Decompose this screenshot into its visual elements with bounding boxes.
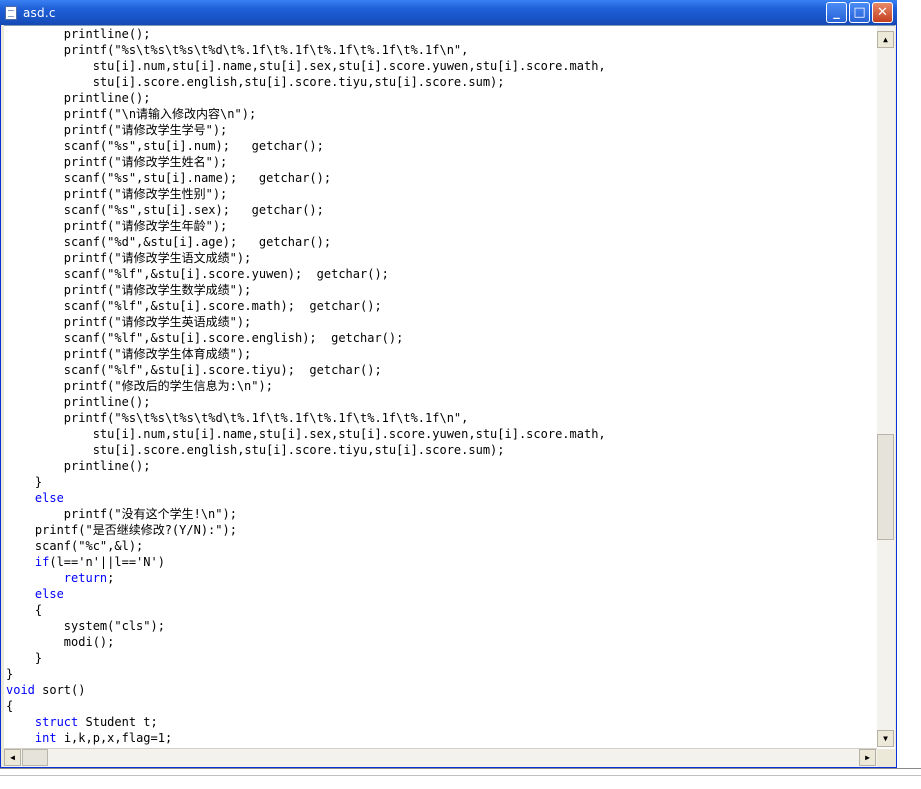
- vertical-scroll-thumb[interactable]: [877, 434, 894, 540]
- arrow-up-icon: ▲: [883, 35, 888, 44]
- code-line[interactable]: printf("请修改学生语文成绩");: [6, 250, 874, 266]
- code-line[interactable]: }: [6, 666, 874, 682]
- window-controls: _ □ ✕: [826, 2, 893, 23]
- keyword-token: if: [34, 555, 50, 569]
- code-line[interactable]: int i,k,p,x,flag=1;: [6, 730, 874, 746]
- keyword-token: else: [34, 491, 64, 505]
- code-line[interactable]: printf("请修改学生英语成绩");: [6, 314, 874, 330]
- code-line[interactable]: scanf("%lf",&stu[i].score.english); getc…: [6, 330, 874, 346]
- code-line[interactable]: printline();: [6, 458, 874, 474]
- background-strip: [0, 768, 921, 789]
- scrollbar-corner: [877, 749, 895, 767]
- close-icon: ✕: [877, 5, 888, 20]
- code-line[interactable]: }: [6, 474, 874, 490]
- code-line[interactable]: {: [6, 698, 874, 714]
- code-line[interactable]: printf("没有这个学生!\n");: [6, 506, 874, 522]
- scroll-right-button[interactable]: ▶: [859, 749, 876, 766]
- scroll-left-button[interactable]: ◀: [4, 749, 21, 766]
- code-line[interactable]: printline();: [6, 26, 874, 42]
- maximize-button[interactable]: □: [849, 2, 870, 23]
- minimize-button[interactable]: _: [826, 2, 847, 23]
- keyword-token: else: [34, 587, 64, 601]
- code-line[interactable]: printline();: [6, 90, 874, 106]
- document-icon: [5, 5, 17, 20]
- code-line[interactable]: stu[i].score.english,stu[i].score.tiyu,s…: [6, 442, 874, 458]
- vertical-scrollbar[interactable]: ▲ ▼: [877, 26, 895, 747]
- keyword-token: struct: [34, 715, 79, 729]
- code-area[interactable]: printline(); printf("%s\t%s\t%s\t%d\t%.1…: [4, 26, 874, 747]
- code-line[interactable]: printf("修改后的学生信息为:\n");: [6, 378, 874, 394]
- code-line[interactable]: stu[i].num,stu[i].name,stu[i].sex,stu[i]…: [6, 426, 874, 442]
- window-title: asd.c: [23, 5, 56, 20]
- code-line[interactable]: struct Student t;: [6, 714, 874, 730]
- keyword-token: return: [63, 571, 108, 585]
- code-line[interactable]: stu[i].num,stu[i].name,stu[i].sex,stu[i]…: [6, 58, 874, 74]
- code-line[interactable]: printf("请修改学生性别");: [6, 186, 874, 202]
- arrow-right-icon: ▶: [865, 753, 870, 762]
- code-line[interactable]: if(l=='n'||l=='N'): [6, 554, 874, 570]
- code-line[interactable]: modi();: [6, 634, 874, 650]
- close-button[interactable]: ✕: [872, 2, 893, 23]
- code-line[interactable]: printf("请修改学生体育成绩");: [6, 346, 874, 362]
- code-line[interactable]: scanf("%s",stu[i].num); getchar();: [6, 138, 874, 154]
- editor-window: asd.c _ □ ✕ printline(); printf("%s\t%s\…: [0, 0, 897, 768]
- code-line[interactable]: scanf("%c",&l);: [6, 538, 874, 554]
- code-editor[interactable]: printline(); printf("%s\t%s\t%s\t%d\t%.1…: [4, 25, 895, 767]
- scroll-up-button[interactable]: ▲: [877, 31, 894, 48]
- code-line[interactable]: printf("请修改学生姓名");: [6, 154, 874, 170]
- code-line[interactable]: scanf("%s",stu[i].name); getchar();: [6, 170, 874, 186]
- keyword-token: int: [34, 731, 57, 745]
- code-line[interactable]: printline();: [6, 394, 874, 410]
- minimize-icon: _: [833, 5, 840, 20]
- code-line[interactable]: }: [6, 650, 874, 666]
- code-line[interactable]: system("cls");: [6, 618, 874, 634]
- title-bar[interactable]: asd.c _ □ ✕: [0, 0, 897, 25]
- maximize-icon: □: [853, 5, 866, 20]
- code-line[interactable]: void sort(): [6, 682, 874, 698]
- horizontal-scroll-thumb[interactable]: [22, 749, 48, 766]
- code-line[interactable]: scanf("%lf",&stu[i].score.yuwen); getcha…: [6, 266, 874, 282]
- code-line[interactable]: printf("是否继续修改?(Y/N):");: [6, 522, 874, 538]
- code-line[interactable]: printf("%s\t%s\t%s\t%d\t%.1f\t%.1f\t%.1f…: [6, 42, 874, 58]
- code-line[interactable]: scanf("%lf",&stu[i].score.tiyu); getchar…: [6, 362, 874, 378]
- scroll-down-button[interactable]: ▼: [877, 730, 894, 747]
- code-line[interactable]: scanf("%lf",&stu[i].score.math); getchar…: [6, 298, 874, 314]
- code-line[interactable]: return;: [6, 570, 874, 586]
- code-line[interactable]: printf("请修改学生年龄");: [6, 218, 874, 234]
- arrow-left-icon: ◀: [10, 753, 15, 762]
- code-line[interactable]: printf("%s\t%s\t%s\t%d\t%.1f\t%.1f\t%.1f…: [6, 410, 874, 426]
- code-line[interactable]: scanf("%s",stu[i].sex); getchar();: [6, 202, 874, 218]
- code-line[interactable]: stu[i].score.english,stu[i].score.tiyu,s…: [6, 74, 874, 90]
- code-line[interactable]: printf("请修改学生学号");: [6, 122, 874, 138]
- code-line[interactable]: printf("\n请输入修改内容\n");: [6, 106, 874, 122]
- code-line[interactable]: scanf("%d",&stu[i].age); getchar();: [6, 234, 874, 250]
- keyword-token: void: [6, 683, 35, 697]
- code-line[interactable]: else: [6, 586, 874, 602]
- arrow-down-icon: ▼: [883, 734, 888, 743]
- horizontal-scrollbar[interactable]: ◀ ▶: [4, 748, 877, 767]
- code-line[interactable]: printf("请修改学生数学成绩");: [6, 282, 874, 298]
- code-line[interactable]: else: [6, 490, 874, 506]
- code-line[interactable]: {: [6, 602, 874, 618]
